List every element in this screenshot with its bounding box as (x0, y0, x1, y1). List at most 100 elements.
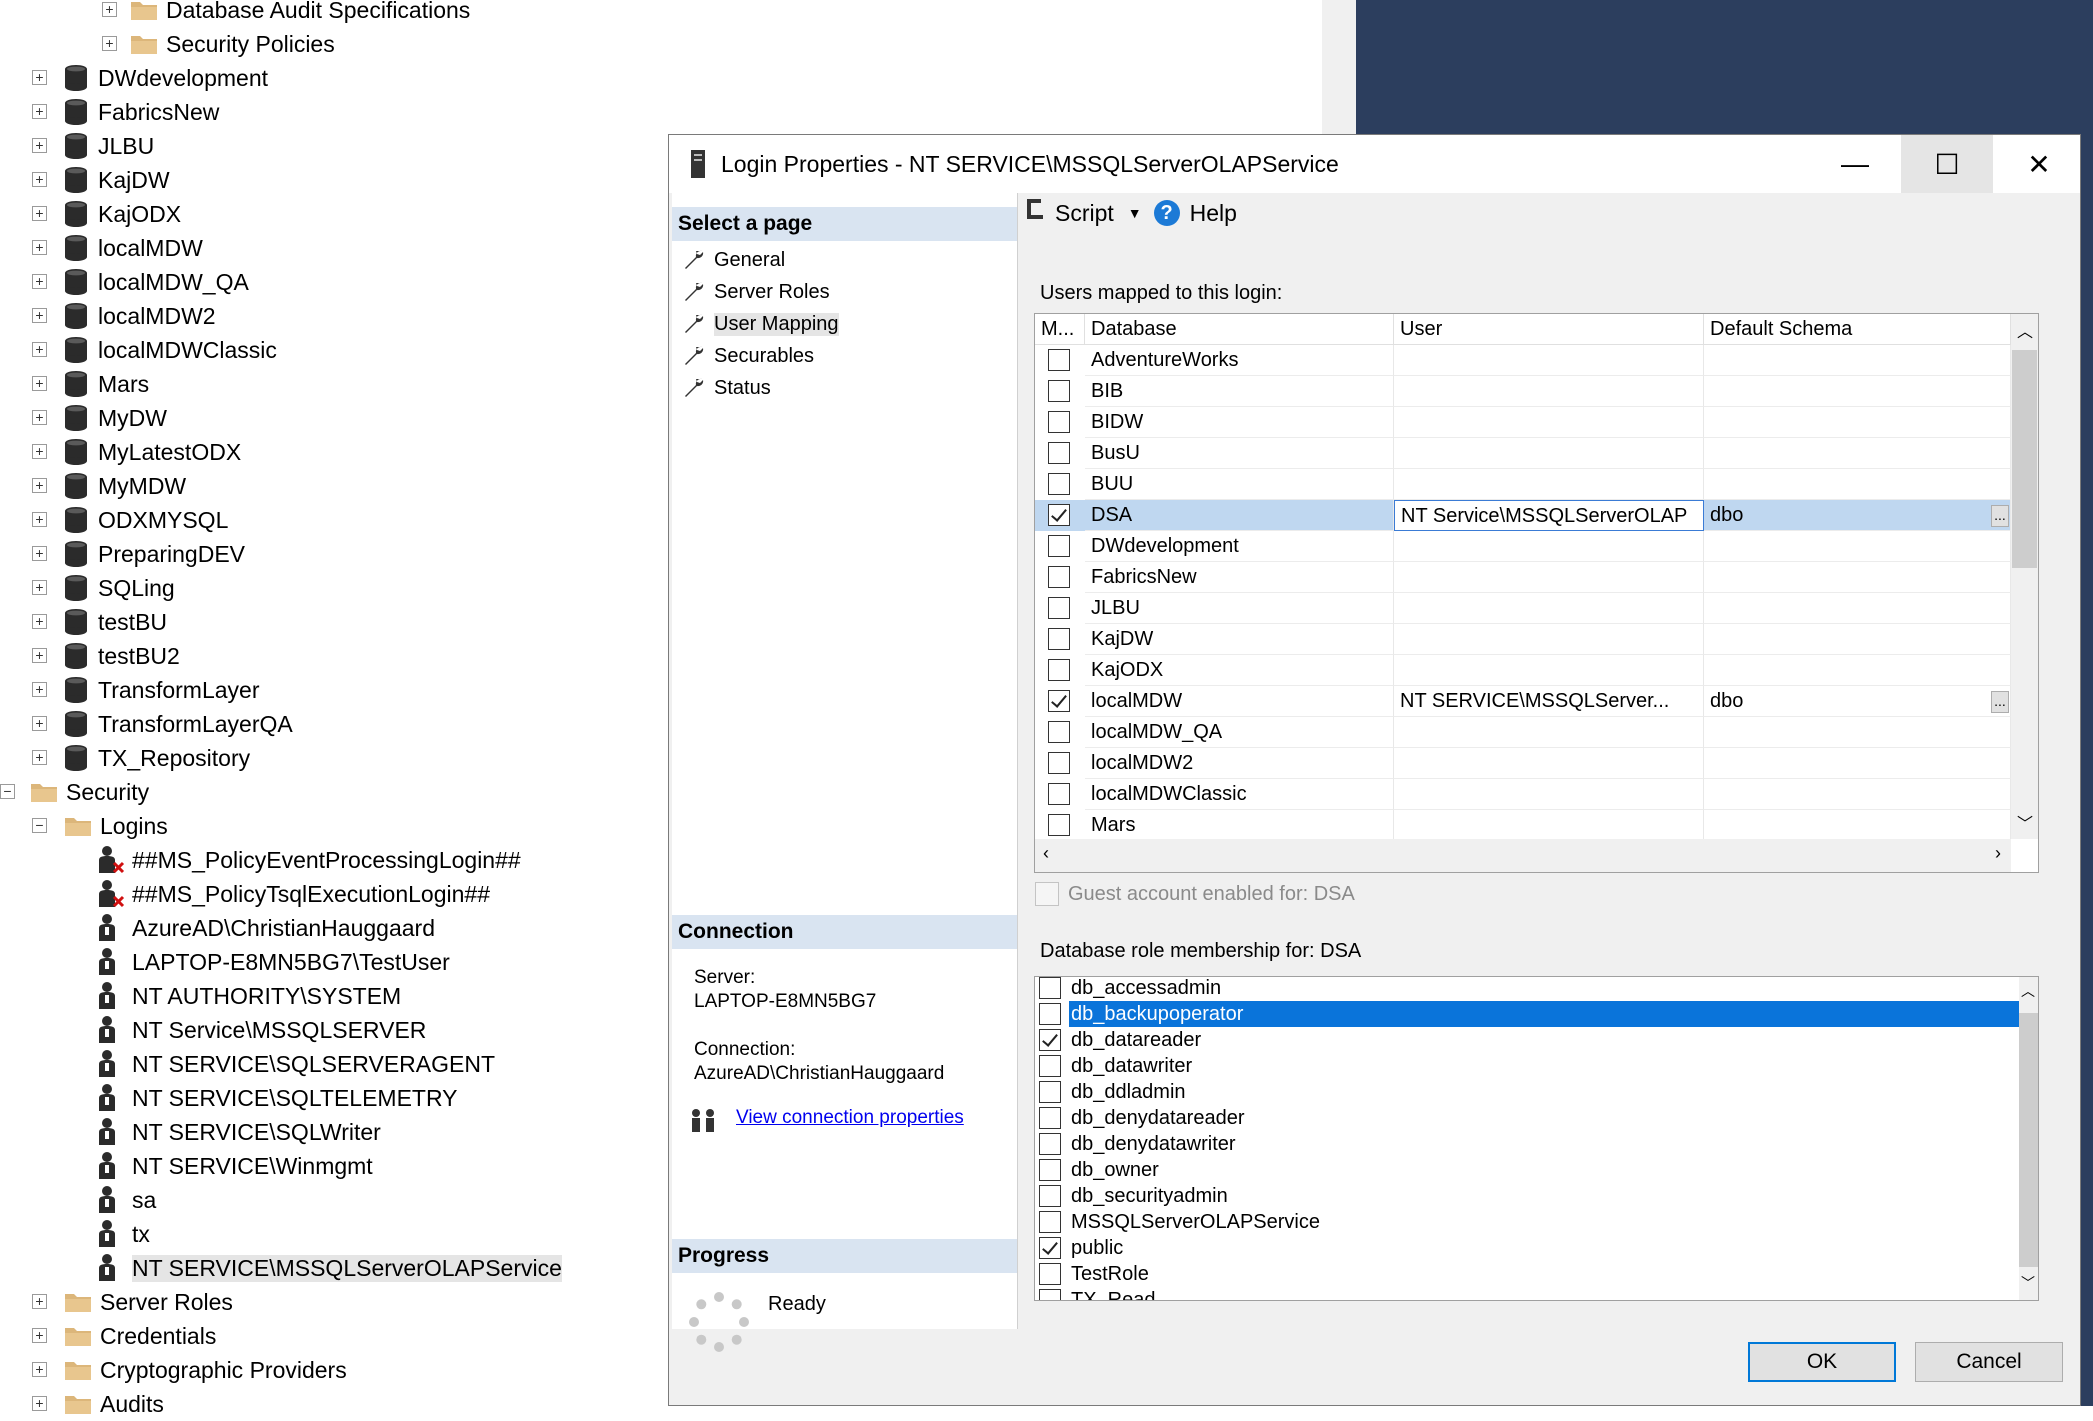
help-button[interactable]: ? Help (1153, 200, 1237, 227)
schema-cell[interactable] (1704, 717, 2011, 748)
schema-cell[interactable] (1704, 345, 2011, 376)
tree-node[interactable]: + Database Audit Specifications (102, 0, 470, 26)
expand-icon[interactable]: + (32, 614, 47, 629)
role-checkbox[interactable] (1039, 1133, 1061, 1155)
column-header-default-schema[interactable]: Default Schema (1704, 314, 2011, 345)
tree-node[interactable]: NT SERVICE\SQLTELEMETRY (96, 1082, 458, 1114)
role-checkbox[interactable] (1039, 1029, 1061, 1051)
list-item[interactable]: MSSQLServerOLAPService (1035, 1209, 2019, 1235)
minimize-button[interactable]: — (1809, 135, 1901, 193)
list-item[interactable]: db_owner (1035, 1157, 2019, 1183)
schema-cell[interactable] (1704, 438, 2011, 469)
list-item[interactable]: db_accessadmin (1035, 977, 2019, 1001)
expand-icon[interactable]: + (32, 138, 47, 153)
tree-node[interactable]: + TX_Repository (32, 742, 250, 774)
user-cell[interactable] (1394, 376, 1704, 407)
user-cell[interactable] (1394, 593, 1704, 624)
tree-node[interactable]: NT Service\MSSQLSERVER (96, 1014, 426, 1046)
page-item-general[interactable]: General (682, 245, 785, 275)
map-checkbox[interactable] (1048, 380, 1070, 402)
user-cell[interactable] (1394, 469, 1704, 500)
collapse-icon[interactable]: − (0, 784, 15, 799)
user-cell[interactable]: NT SERVICE\MSSQLServer... (1394, 686, 1704, 717)
schema-cell[interactable] (1704, 376, 2011, 407)
schema-cell[interactable] (1704, 655, 2011, 686)
view-connection-properties-link[interactable]: View connection properties (736, 1107, 964, 1129)
expand-icon[interactable]: + (32, 750, 47, 765)
roles-vertical-scrollbar[interactable]: ︿ ﹀ (2019, 977, 2038, 1300)
tree-node[interactable]: NT SERVICE\SQLWriter (96, 1116, 381, 1148)
schema-browse-button[interactable]: ... (1991, 691, 2009, 713)
tree-node[interactable]: + testBU (32, 606, 167, 638)
map-checkbox[interactable] (1048, 721, 1070, 743)
user-cell[interactable] (1394, 438, 1704, 469)
tree-node[interactable]: + ODXMYSQL (32, 504, 228, 536)
table-row[interactable]: localMDW2 (1035, 748, 2011, 779)
expand-icon[interactable]: + (32, 682, 47, 697)
tree-node[interactable]: + Server Roles (32, 1286, 233, 1318)
table-row[interactable]: BusU (1035, 438, 2011, 469)
expand-icon[interactable]: + (32, 274, 47, 289)
tree-node[interactable]: − Security (0, 776, 149, 808)
map-checkbox[interactable] (1048, 752, 1070, 774)
maximize-button[interactable]: ☐ (1901, 135, 1993, 193)
script-button[interactable]: Script (1023, 197, 1114, 229)
tree-node[interactable]: + PreparingDEV (32, 538, 245, 570)
tree-node[interactable]: NT SERVICE\Winmgmt (96, 1150, 373, 1182)
column-header-map[interactable]: M... (1035, 314, 1085, 345)
schema-cell[interactable] (1704, 593, 2011, 624)
tree-node[interactable]: + KajODX (32, 198, 181, 230)
table-row[interactable]: localMDWClassic (1035, 779, 2011, 810)
list-item[interactable]: db_denydatawriter (1035, 1131, 2019, 1157)
expand-icon[interactable]: + (32, 478, 47, 493)
role-checkbox[interactable] (1039, 1263, 1061, 1285)
role-checkbox[interactable] (1039, 1237, 1061, 1259)
tree-node[interactable]: NT AUTHORITY\SYSTEM (96, 980, 401, 1012)
tree-node[interactable]: AzureAD\ChristianHauggaard (96, 912, 435, 944)
scroll-left-icon[interactable]: ‹ (1043, 843, 1049, 864)
table-row[interactable]: BIDW (1035, 407, 2011, 438)
schema-cell[interactable]: dbo (1704, 686, 2011, 717)
tree-node[interactable]: + FabricsNew (32, 96, 219, 128)
schema-browse-button[interactable]: ... (1991, 505, 2009, 527)
schema-cell[interactable] (1704, 748, 2011, 779)
expand-icon[interactable]: + (32, 1328, 47, 1343)
user-cell[interactable] (1394, 562, 1704, 593)
tree-node[interactable]: + Mars (32, 368, 149, 400)
tree-node[interactable]: + testBU2 (32, 640, 180, 672)
tree-node[interactable]: tx (96, 1218, 150, 1250)
user-cell[interactable]: NT Service\MSSQLServerOLAP (1394, 500, 1704, 531)
role-checkbox[interactable] (1039, 1185, 1061, 1207)
tree-node[interactable]: + TransformLayer (32, 674, 259, 706)
collapse-icon[interactable]: − (32, 818, 47, 833)
map-checkbox[interactable] (1048, 442, 1070, 464)
schema-cell[interactable] (1704, 407, 2011, 438)
script-dropdown-icon[interactable]: ▼ (1128, 205, 1142, 221)
table-row[interactable]: Mars (1035, 810, 2011, 841)
column-header-database[interactable]: Database (1085, 314, 1394, 345)
expand-icon[interactable]: + (32, 410, 47, 425)
tree-node[interactable]: sa (96, 1184, 156, 1216)
list-item[interactable]: db_ddladmin (1035, 1079, 2019, 1105)
list-item[interactable]: db_denydatareader (1035, 1105, 2019, 1131)
tree-node[interactable]: + TransformLayerQA (32, 708, 293, 740)
expand-icon[interactable]: + (32, 546, 47, 561)
role-checkbox[interactable] (1039, 977, 1061, 999)
page-item-status[interactable]: Status (682, 373, 771, 403)
role-checkbox[interactable] (1039, 1055, 1061, 1077)
user-cell[interactable] (1394, 748, 1704, 779)
user-cell[interactable] (1394, 655, 1704, 686)
schema-cell[interactable] (1704, 531, 2011, 562)
list-item[interactable]: db_securityadmin (1035, 1183, 2019, 1209)
map-checkbox[interactable] (1048, 597, 1070, 619)
tree-node[interactable]: + localMDW (32, 232, 203, 264)
list-item[interactable]: db_datawriter (1035, 1053, 2019, 1079)
schema-cell[interactable] (1704, 562, 2011, 593)
grid-vertical-scrollbar[interactable]: ︿ ﹀ (2011, 314, 2038, 839)
tree-node[interactable]: ##MS_PolicyEventProcessingLogin## (96, 844, 521, 876)
roles-scroll-up-icon[interactable]: ︿ (2021, 981, 2035, 1001)
expand-icon[interactable]: + (102, 36, 117, 51)
table-row[interactable]: KajODX (1035, 655, 2011, 686)
user-cell[interactable] (1394, 624, 1704, 655)
expand-icon[interactable]: + (32, 206, 47, 221)
